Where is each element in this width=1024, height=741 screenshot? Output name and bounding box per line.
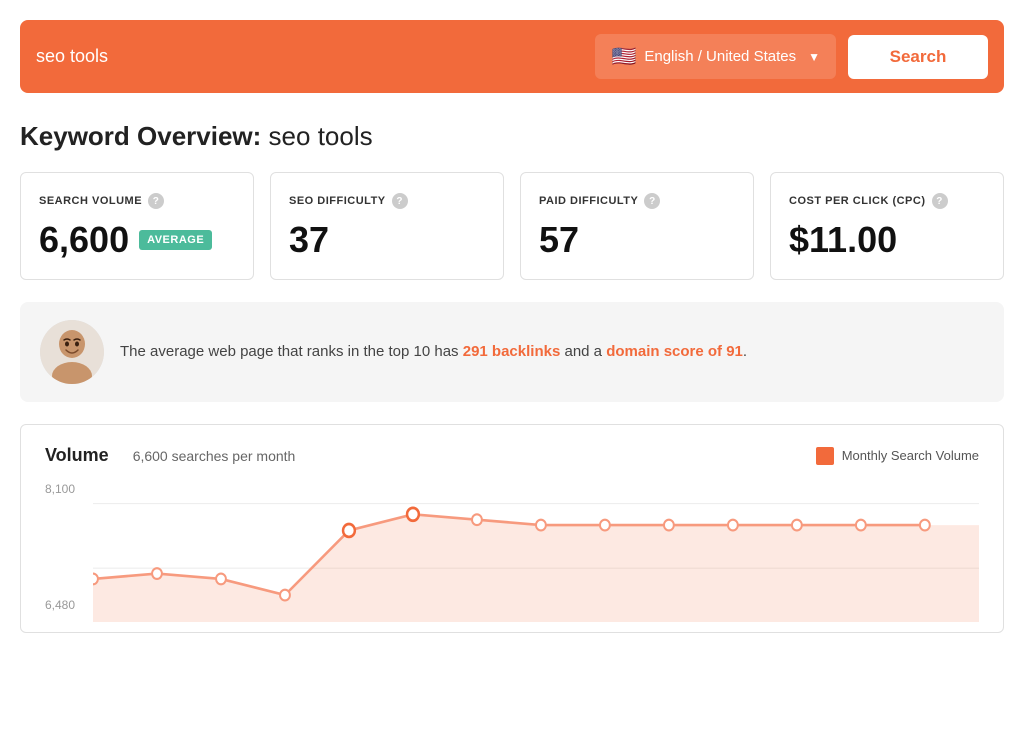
- metric-value-paid-difficulty: 57: [539, 219, 735, 261]
- metric-card-paid-difficulty: PAID DIFFICULTY ? 57: [520, 172, 754, 280]
- metric-card-cpc: COST PER CLICK (CPC) ? $11.00: [770, 172, 1004, 280]
- legend-label: Monthly Search Volume: [842, 448, 979, 463]
- y-label-high: 8,100: [45, 482, 75, 496]
- page-title-keyword: seo tools: [269, 121, 373, 151]
- average-badge: AVERAGE: [139, 230, 212, 250]
- info-icon-cpc[interactable]: ?: [932, 193, 948, 209]
- metric-value-cpc: $11.00: [789, 219, 985, 261]
- metric-cards: SEARCH VOLUME ? 6,600 AVERAGE SEO DIFFIC…: [20, 172, 1004, 280]
- search-button[interactable]: Search: [848, 35, 988, 79]
- info-block: The average web page that ranks in the t…: [20, 302, 1004, 402]
- metric-label-cpc: COST PER CLICK (CPC) ?: [789, 193, 985, 209]
- search-input-wrapper: [36, 46, 583, 67]
- metric-card-search-volume: SEARCH VOLUME ? 6,600 AVERAGE: [20, 172, 254, 280]
- metric-card-seo-difficulty: SEO DIFFICULTY ? 37: [270, 172, 504, 280]
- backlinks-highlight: 291 backlinks: [463, 343, 561, 360]
- page-title: Keyword Overview: seo tools: [20, 121, 1004, 152]
- chart-header: Volume 6,600 searches per month Monthly …: [45, 445, 979, 466]
- chevron-down-icon: ▼: [808, 50, 820, 64]
- info-text: The average web page that ranks in the t…: [120, 340, 747, 364]
- chart-section: Volume 6,600 searches per month Monthly …: [20, 424, 1004, 633]
- metric-label-seo-difficulty: SEO DIFFICULTY ?: [289, 193, 485, 209]
- y-labels: 8,100 6,480: [45, 482, 75, 622]
- language-label: English / United States: [644, 48, 796, 65]
- chart-subtitle: 6,600 searches per month: [133, 448, 296, 464]
- metric-value-search-volume: 6,600 AVERAGE: [39, 219, 235, 261]
- info-icon-search-volume[interactable]: ?: [148, 193, 164, 209]
- language-selector[interactable]: 🇺🇸 English / United States ▼: [595, 34, 836, 79]
- avatar: [40, 320, 104, 384]
- chart-area: 8,100 6,480: [45, 482, 979, 622]
- chart-svg: [93, 482, 979, 622]
- metric-label-search-volume: SEARCH VOLUME ?: [39, 193, 235, 209]
- legend-color-box: [816, 447, 834, 465]
- metric-value-seo-difficulty: 37: [289, 219, 485, 261]
- page-title-prefix: Keyword Overview:: [20, 121, 261, 151]
- chart-title: Volume: [45, 445, 109, 466]
- info-icon-paid-difficulty[interactable]: ?: [644, 193, 660, 209]
- chart-legend: Monthly Search Volume: [816, 447, 979, 465]
- search-bar: 🇺🇸 English / United States ▼ Search: [20, 20, 1004, 93]
- chart-svg-wrapper: [93, 482, 979, 622]
- domain-score-highlight: domain score of 91: [606, 343, 743, 360]
- info-icon-seo-difficulty[interactable]: ?: [392, 193, 408, 209]
- search-input[interactable]: [36, 46, 583, 67]
- y-label-low: 6,480: [45, 598, 75, 612]
- flag-icon: 🇺🇸: [611, 44, 636, 69]
- metric-label-paid-difficulty: PAID DIFFICULTY ?: [539, 193, 735, 209]
